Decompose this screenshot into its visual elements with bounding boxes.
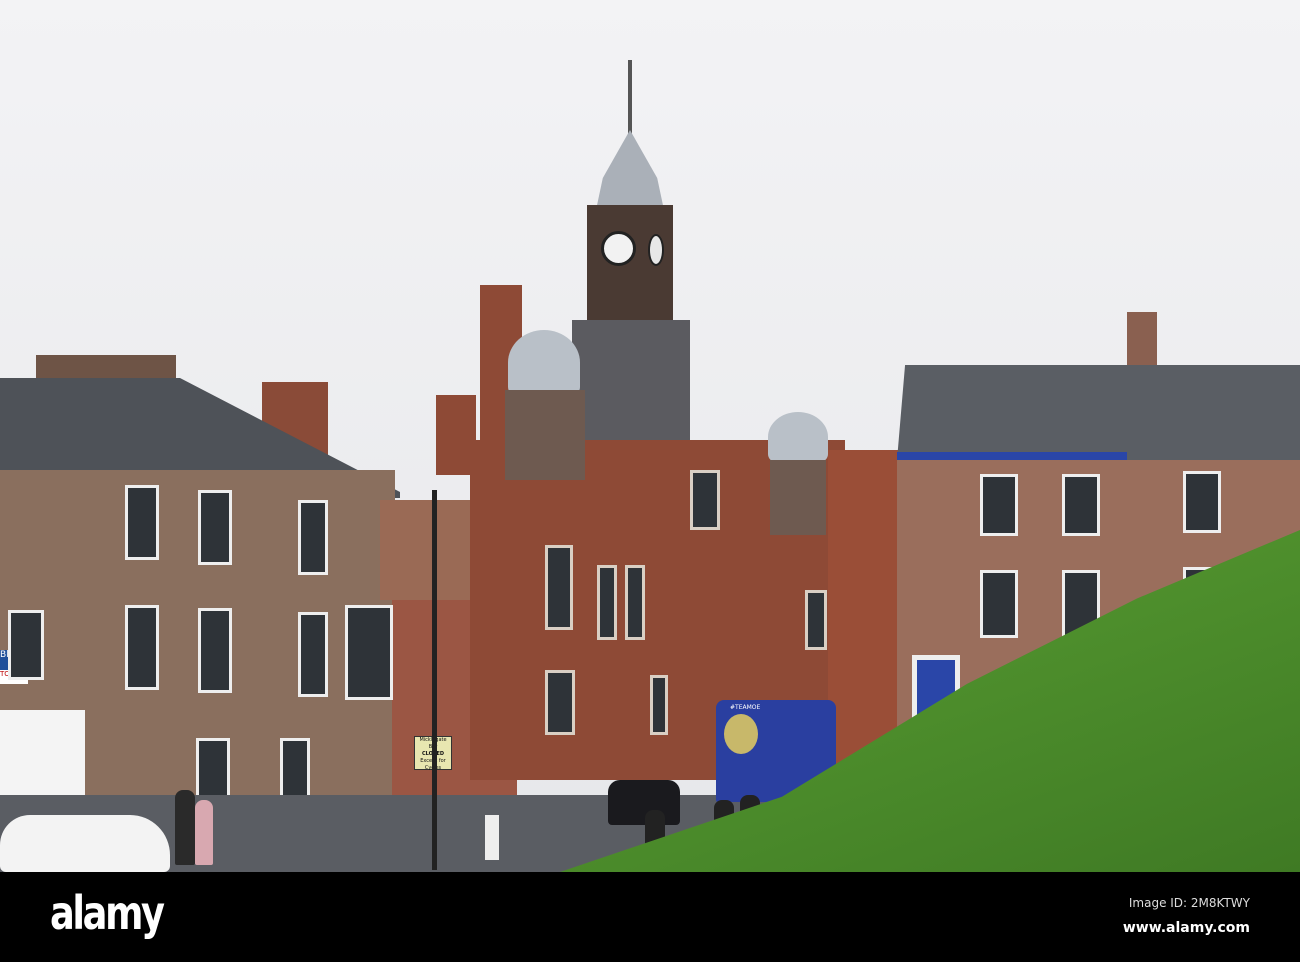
alamy-url: www.alamy.com [1122, 920, 1250, 936]
tower-cupola [596, 130, 664, 210]
pedestrian [175, 790, 195, 865]
right-roof [897, 365, 1300, 460]
arched-window [545, 545, 573, 630]
window [545, 670, 575, 735]
clock-face [648, 234, 664, 266]
window [650, 675, 668, 735]
image-id: Image ID: 2M8KTWY [1128, 896, 1250, 910]
window [125, 485, 159, 560]
left-annex [380, 500, 470, 600]
window [805, 590, 827, 650]
window [298, 500, 328, 575]
window [198, 608, 232, 693]
window [1062, 474, 1100, 536]
blue-gutter [897, 452, 1127, 460]
window [125, 605, 159, 690]
white-car [0, 815, 170, 872]
window [198, 490, 232, 565]
black-car [608, 780, 680, 825]
bay-window [345, 605, 393, 700]
window [298, 612, 328, 697]
turret [770, 460, 826, 535]
pedestrian [195, 800, 213, 865]
bus-text: #TEAMOE [730, 704, 761, 711]
arched-window [597, 565, 617, 640]
bollard [485, 815, 499, 860]
side-building [828, 450, 900, 780]
window [980, 570, 1018, 638]
arched-window [625, 565, 645, 640]
window [980, 474, 1018, 536]
arched-window [690, 470, 720, 530]
window [1183, 471, 1221, 533]
bus-artwork [724, 714, 758, 754]
watermark-bar: alamy Image ID: 2M8KTWY www.alamy.com [0, 872, 1300, 962]
clock-face [601, 231, 636, 266]
dome [508, 330, 580, 395]
alamy-logo: alamy [50, 886, 165, 940]
photo-scene: Blacks TO LET Micklegate Bar CLOSED Exce… [0, 0, 1300, 872]
dome [768, 412, 828, 462]
clock-tower [587, 205, 673, 325]
window [8, 610, 44, 680]
turret [505, 390, 585, 480]
tower-base [572, 320, 690, 460]
lamp-post [432, 490, 437, 870]
tower-spire [628, 60, 632, 140]
